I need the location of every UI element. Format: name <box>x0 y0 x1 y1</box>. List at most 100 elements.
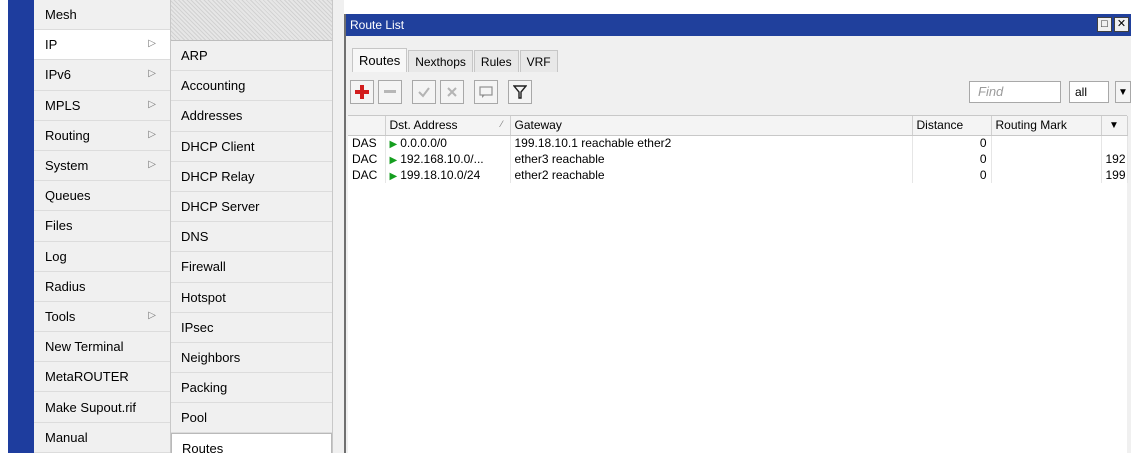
column-header-flags[interactable] <box>348 116 386 136</box>
cell-text: 199.18.10.0/24 <box>400 168 481 182</box>
submenu-item-ipsec[interactable]: IPsec <box>171 313 332 343</box>
menu-item-label: MetaROUTER <box>45 369 129 385</box>
filter-button[interactable] <box>508 80 532 104</box>
submenu-arrow-icon: ▷ <box>148 309 156 321</box>
vertical-bar <box>8 0 34 453</box>
menu-item-label: MPLS <box>45 97 81 113</box>
comment-button[interactable] <box>474 80 498 104</box>
menu-item-manual[interactable]: Manual <box>34 423 170 453</box>
add-button[interactable] <box>350 80 374 104</box>
menu-item-label: Routing <box>45 127 90 143</box>
filter-icon <box>513 85 527 99</box>
window-titlebar[interactable]: Route List □ ✕ <box>346 14 1131 36</box>
submenu-header <box>171 0 332 41</box>
submenu-arrow-icon: ▷ <box>148 98 156 110</box>
menu-item-ipv6[interactable]: IPv6 ▷ <box>34 60 170 91</box>
dropdown-arrow-button[interactable]: ▼ <box>1115 81 1131 103</box>
route-active-icon: ▶ <box>389 171 398 182</box>
cell-extra: 192 <box>1101 151 1128 167</box>
remove-icon <box>384 90 396 93</box>
column-header-dst-address[interactable]: Dst. Address ⁄ <box>385 116 511 136</box>
menu-item-files[interactable]: Files <box>34 211 170 242</box>
submenu-item-pool[interactable]: Pool <box>171 403 332 434</box>
column-menu-button[interactable]: ▼ <box>1101 116 1128 136</box>
menu-item-queues[interactable]: Queues <box>34 181 170 212</box>
submenu-item-hotspot[interactable]: Hotspot <box>171 283 332 313</box>
column-header-routing-mark[interactable]: Routing Mark <box>991 116 1102 136</box>
menu-item-make-supout-rif[interactable]: Make Supout.rif <box>34 392 170 423</box>
ip-submenu: ARP Accounting Addresses DHCP Client DHCP Re… <box>171 0 333 453</box>
cell-extra <box>1101 135 1128 151</box>
main-menu: Mesh IP ▷ IPv6 ▷ MPLS ▷ Routing ▷ System ▷ Queues Fi… <box>34 0 171 453</box>
column-header-gateway[interactable]: Gateway <box>510 116 913 136</box>
table-row[interactable]: DAC ▶ 192.168.10.0/... ether3 reachable 0 192 <box>348 151 1128 167</box>
menu-item-tools[interactable]: Tools ▷ <box>34 302 170 333</box>
submenu-item-dhcp-relay[interactable]: DHCP Relay <box>171 162 332 192</box>
submenu-arrow-icon: ▷ <box>148 38 156 50</box>
menu-item-ip[interactable]: IP ▷ <box>34 30 170 61</box>
cell-flags: DAC <box>348 167 386 183</box>
menu-item-label: Radius <box>45 278 86 294</box>
submenu-item-packing[interactable]: Packing <box>171 373 332 404</box>
submenu-item-dhcp-client[interactable]: DHCP Client <box>171 132 332 162</box>
remove-button[interactable] <box>378 80 402 104</box>
column-header-distance[interactable]: Distance <box>912 116 992 136</box>
table-row[interactable]: DAC ▶ 199.18.10.0/24 ether2 reachable 0 199 <box>348 167 1128 183</box>
menu-item-radius[interactable]: Radius <box>34 272 170 302</box>
chevron-down-icon: ▼ <box>1118 86 1128 98</box>
menu-item-mesh[interactable]: Mesh <box>34 0 170 31</box>
table-header-row: Dst. Address ⁄ Gateway Distance Routing M… <box>348 116 1128 136</box>
cell-gateway: ether3 reachable <box>510 151 913 167</box>
tab-routes[interactable]: Routes <box>352 48 408 72</box>
cell-text: 192.168.10.0/... <box>400 152 484 166</box>
menu-item-label: Files <box>45 218 73 234</box>
menu-item-system[interactable]: System ▷ <box>34 151 170 182</box>
sort-icon: ⁄ <box>500 119 503 129</box>
route-active-icon: ▶ <box>389 155 398 166</box>
menu-item-label: Queues <box>45 188 91 204</box>
submenu-item-addresses[interactable]: Addresses <box>171 101 332 132</box>
menu-item-new-terminal[interactable]: New Terminal <box>34 332 170 363</box>
cell-distance: 0 <box>912 151 992 167</box>
menu-item-label: Tools <box>45 308 76 324</box>
menu-item-metarouter[interactable]: MetaROUTER <box>34 362 170 393</box>
menu-item-label: System <box>45 158 89 174</box>
menu-item-mpls[interactable]: MPLS ▷ <box>34 91 170 121</box>
disable-button[interactable] <box>440 80 464 104</box>
cell-distance: 0 <box>912 167 992 183</box>
submenu-arrow-icon: ▷ <box>148 68 156 80</box>
tab-rules[interactable]: Rules <box>473 50 519 72</box>
submenu-item-arp[interactable]: ARP <box>171 41 332 72</box>
submenu-item-dhcp-server[interactable]: DHCP Server <box>171 192 332 223</box>
menu-item-log[interactable]: Log <box>34 242 170 272</box>
cell-gateway: ether2 reachable <box>510 167 913 183</box>
tab-nexthops[interactable]: Nexthops <box>408 50 473 72</box>
submenu-item-dns[interactable]: DNS <box>171 222 332 253</box>
submenu-item-firewall[interactable]: Firewall <box>171 252 332 283</box>
cell-flags: DAS <box>348 135 386 151</box>
cell-routing-mark <box>991 167 1102 183</box>
cell-dst-address: ▶ 0.0.0.0/0 <box>385 135 511 151</box>
menu-item-label: New Terminal <box>45 339 124 355</box>
close-icon[interactable]: ✕ <box>1114 17 1129 32</box>
restore-icon[interactable]: □ <box>1097 17 1112 32</box>
table-row[interactable]: DAS ▶ 0.0.0.0/0 199.18.10.1 reachable ether… <box>348 135 1128 151</box>
menu-item-label: IP <box>45 37 58 53</box>
submenu-item-neighbors[interactable]: Neighbors <box>171 343 332 374</box>
submenu-item-routes[interactable]: Routes <box>171 433 332 453</box>
menu-item-label: Mesh <box>45 7 77 23</box>
cell-routing-mark <box>991 135 1102 151</box>
route-tabs: Routes Nexthops Rules VRF <box>352 48 559 72</box>
cell-routing-mark <box>991 151 1102 167</box>
menu-item-label: Log <box>45 248 67 264</box>
menu-item-routing[interactable]: Routing ▷ <box>34 121 170 151</box>
menu-item-label: Make Supout.rif <box>45 399 137 415</box>
menu-item-label: IPv6 <box>45 67 72 83</box>
find-input[interactable]: Find <box>969 81 1061 103</box>
filter-select[interactable]: all <box>1069 81 1109 103</box>
enable-button[interactable] <box>412 80 436 104</box>
tab-vrf[interactable]: VRF <box>519 50 558 72</box>
enable-icon <box>418 87 430 98</box>
submenu-item-accounting[interactable]: Accounting <box>171 71 332 102</box>
comment-icon <box>479 86 493 98</box>
